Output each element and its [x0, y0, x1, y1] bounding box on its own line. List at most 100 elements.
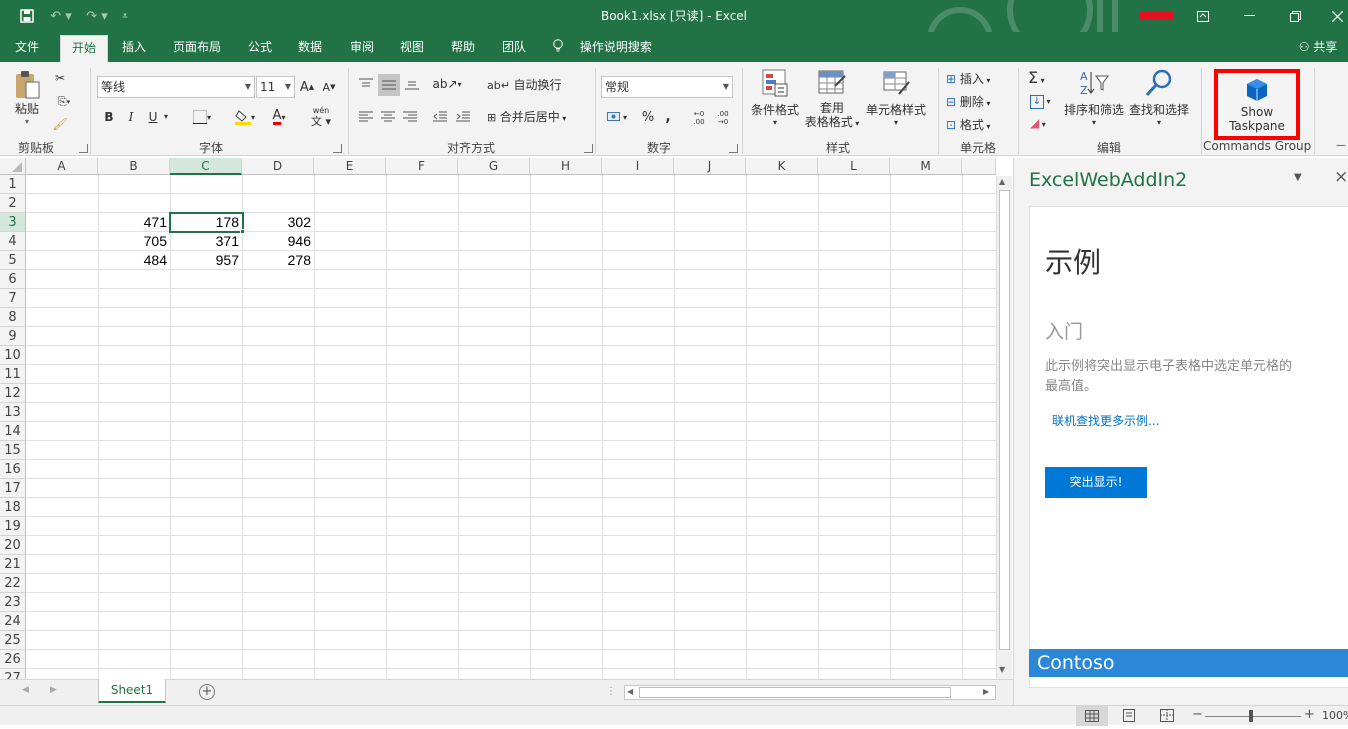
row-header[interactable]: 4	[0, 232, 26, 251]
sort-filter-button[interactable]: AZ 排序和筛选 ▾	[1062, 68, 1126, 136]
autosum-icon[interactable]: Σ ▾	[1028, 68, 1045, 87]
tab-page-layout[interactable]: 页面布局	[162, 32, 232, 62]
vertical-scrollbar[interactable]: ▲ ▼	[996, 176, 1012, 679]
row-header[interactable]: 17	[0, 479, 26, 498]
underline-button[interactable]: U	[144, 107, 162, 127]
show-taskpane-button[interactable]: Show Taskpane	[1214, 69, 1300, 140]
increase-indent-icon[interactable]	[453, 107, 473, 127]
scroll-right-icon[interactable]: ▶	[983, 687, 989, 696]
row-header[interactable]: 8	[0, 308, 26, 327]
restore-icon[interactable]	[1272, 0, 1318, 32]
row-header[interactable]: 2	[0, 194, 26, 213]
row-header[interactable]: 21	[0, 555, 26, 574]
hscroll-thumb[interactable]	[639, 687, 951, 698]
column-header[interactable]: A	[26, 158, 98, 175]
fill-icon[interactable]: ↓ ▾	[1030, 93, 1051, 109]
column-header[interactable]: D	[242, 158, 314, 175]
tab-file[interactable]: 文件	[4, 32, 50, 62]
column-header[interactable]: E	[314, 158, 386, 175]
minimize-icon[interactable]	[1226, 0, 1272, 32]
align-right-icon[interactable]	[400, 107, 420, 127]
row-header[interactable]: 12	[0, 384, 26, 403]
insert-cells-button[interactable]: ⊞ 插入 ▾	[946, 70, 990, 87]
cell-b3[interactable]: 471	[98, 213, 170, 232]
cell-d5[interactable]: 278	[242, 251, 314, 270]
column-header[interactable]: B	[98, 158, 170, 175]
conditional-formatting-button[interactable]: 条件格式 ▾	[747, 68, 803, 136]
taskpane-options-icon[interactable]: ▼	[1294, 172, 1302, 183]
comma-button[interactable]: ,	[660, 107, 676, 127]
splitter-icon[interactable]: ⋮	[606, 686, 616, 697]
row-header[interactable]: 16	[0, 460, 26, 479]
ribbon-display-icon[interactable]	[1180, 0, 1226, 32]
scroll-down-icon[interactable]: ▼	[999, 665, 1005, 674]
decrease-indent-icon[interactable]	[430, 107, 450, 127]
row-header[interactable]: 7	[0, 289, 26, 308]
horizontal-scrollbar[interactable]: ◀ ▶	[624, 685, 996, 700]
find-more-samples-link[interactable]: 联机查找更多示例...	[1052, 412, 1159, 429]
decrease-decimal-button[interactable]: .00 →0	[712, 107, 734, 129]
next-sheet-icon[interactable]: ▶	[50, 685, 57, 695]
merge-center-button[interactable]: ⊞ 合并后居中 ▾	[487, 108, 566, 125]
cell-c4[interactable]: 371	[170, 232, 242, 251]
tab-home[interactable]: 开始	[60, 35, 108, 62]
zoom-slider-thumb[interactable]	[1249, 710, 1253, 722]
number-format-select[interactable]: 常规 ▼	[601, 76, 733, 98]
align-left-icon[interactable]	[356, 107, 376, 127]
row-header[interactable]: 6	[0, 270, 26, 289]
tab-view[interactable]: 视图	[390, 32, 434, 62]
phonetic-button[interactable]: wén 文 ▾	[306, 105, 336, 129]
format-as-table-button[interactable]: 套用 表格格式 ▾	[803, 68, 861, 136]
fill-handle[interactable]	[240, 229, 245, 234]
tab-review[interactable]: 审阅	[340, 32, 384, 62]
select-all-corner[interactable]	[0, 158, 26, 175]
row-header[interactable]: 11	[0, 365, 26, 384]
italic-button[interactable]: I	[122, 107, 140, 127]
bold-button[interactable]: B	[100, 107, 118, 127]
increase-decimal-button[interactable]: ←0 .00	[688, 107, 710, 129]
row-header[interactable]: 9	[0, 327, 26, 346]
align-bottom-icon[interactable]	[402, 74, 422, 94]
customize-toolbar-icon[interactable]: ⩡	[116, 6, 134, 26]
row-header[interactable]: 20	[0, 536, 26, 555]
normal-view-icon[interactable]	[1076, 706, 1108, 726]
chevron-down-icon[interactable]: ▾	[164, 112, 168, 121]
cell-b4[interactable]: 705	[98, 232, 170, 251]
tab-data[interactable]: 数据	[288, 32, 332, 62]
percent-button[interactable]: %	[638, 107, 658, 127]
cell-d3[interactable]: 302	[242, 213, 314, 232]
collapse-ribbon-icon[interactable]: —	[1336, 140, 1346, 151]
cell-b5[interactable]: 484	[98, 251, 170, 270]
column-header[interactable]: K	[746, 158, 818, 175]
row-header[interactable]: 23	[0, 593, 26, 612]
number-launcher-icon[interactable]	[729, 144, 738, 153]
sheet-tab-sheet1[interactable]: Sheet1	[98, 679, 166, 703]
zoom-level[interactable]: 100%	[1322, 709, 1348, 722]
row-header[interactable]: 14	[0, 422, 26, 441]
tab-help[interactable]: 帮助	[441, 32, 485, 62]
cell-c5[interactable]: 957	[170, 251, 242, 270]
clipboard-launcher-icon[interactable]	[79, 144, 88, 153]
row-header[interactable]: 5	[0, 251, 26, 270]
scroll-left-icon[interactable]: ◀	[627, 687, 633, 696]
row-header[interactable]: 18	[0, 498, 26, 517]
accounting-format-icon[interactable]: ▾	[602, 107, 632, 127]
highlight-button[interactable]: 突出显示!	[1045, 467, 1147, 498]
align-middle-icon[interactable]	[378, 74, 400, 96]
align-top-icon[interactable]	[356, 74, 376, 94]
zoom-slider-track[interactable]	[1205, 716, 1301, 717]
scroll-up-icon[interactable]: ▲	[999, 177, 1005, 186]
fill-color-button[interactable]: ▾	[230, 107, 260, 127]
page-layout-view-icon[interactable]	[1122, 709, 1136, 725]
prev-sheet-icon[interactable]: ◀	[22, 685, 29, 695]
column-header[interactable]: I	[602, 158, 674, 175]
cell-styles-button[interactable]: 单元格样式 ▾	[863, 68, 929, 136]
row-header[interactable]: 15	[0, 441, 26, 460]
zoom-in-icon[interactable]: +	[1304, 707, 1315, 722]
wrap-text-button[interactable]: ab↵ 自动换行	[487, 76, 561, 93]
paste-button[interactable]: 粘贴 ▾	[8, 68, 46, 128]
column-header[interactable]: H	[530, 158, 602, 175]
column-header[interactable]: F	[386, 158, 458, 175]
column-header[interactable]: L	[818, 158, 890, 175]
tell-me-search[interactable]: 操作说明搜索	[552, 32, 664, 62]
